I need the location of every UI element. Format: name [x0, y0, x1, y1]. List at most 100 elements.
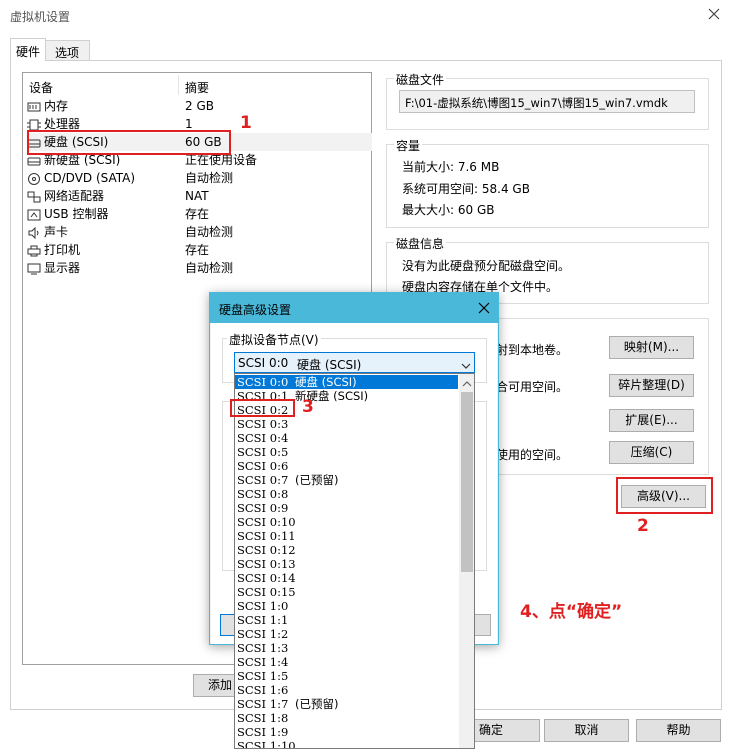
node-option-id: SCSI 1:7 [237, 697, 289, 711]
node-option[interactable]: SCSI 0:9 [235, 501, 458, 515]
node-option[interactable]: SCSI 1:6 [235, 683, 458, 697]
node-option[interactable]: SCSI 0:4 [235, 431, 458, 445]
node-option[interactable]: SCSI 1:3 [235, 641, 458, 655]
scroll-up-icon[interactable] [462, 377, 472, 387]
map-button[interactable]: 映射(M)... [609, 336, 694, 359]
node-option[interactable]: SCSI 1:10 [235, 739, 458, 748]
node-option[interactable]: SCSI 1:9 [235, 725, 458, 739]
node-option-id: SCSI 0:12 [237, 543, 296, 557]
annotation-step1: 1 [240, 113, 252, 133]
memory-icon [27, 100, 41, 112]
node-option-id: SCSI 0:0 [237, 375, 289, 389]
node-option[interactable]: SCSI 0:10 [235, 515, 458, 529]
dialog-close-icon[interactable] [477, 301, 491, 315]
node-option[interactable]: SCSI 0:5 [235, 445, 458, 459]
node-option-id: SCSI 1:2 [237, 627, 289, 641]
node-option[interactable]: SCSI 0:3 [235, 417, 458, 431]
tab-hardware-label: 硬件 [16, 45, 41, 59]
node-option[interactable]: SCSI 1:7 (已预留) [235, 697, 458, 711]
header-device[interactable]: 设备 [29, 79, 53, 96]
map-button-label: 映射(M)... [623, 340, 680, 354]
node-option[interactable]: SCSI 0:12 [235, 543, 458, 557]
dropdown-scrollbar[interactable] [459, 374, 474, 748]
node-option[interactable]: SCSI 0:6 [235, 459, 458, 473]
header-divider [178, 75, 179, 95]
annotation-step2: 2 [637, 516, 649, 536]
harddisk-icon [27, 154, 41, 166]
window-title: 虚拟机设置 [10, 10, 71, 24]
device-name: CD/DVD (SATA) [44, 171, 136, 185]
cdrom-icon [27, 172, 41, 185]
device-row-memory[interactable]: 内存 2 GB [27, 97, 372, 115]
node-option-id: SCSI 1:5 [237, 669, 289, 683]
node-option[interactable]: SCSI 1:1 [235, 613, 458, 627]
node-option-id: SCSI 1:8 [237, 711, 289, 725]
device-row-printer[interactable]: 打印机 存在 [27, 241, 372, 259]
device-summary: 存在 [185, 207, 210, 221]
node-option[interactable]: SCSI 0:15 [235, 585, 458, 599]
expand-button-label: 扩展(E)... [625, 413, 678, 427]
node-dropdown[interactable]: SCSI 0:0 硬盘 (SCSI) SCSI 0:1 新硬盘 (SCSI) SCSI … [234, 373, 475, 749]
node-option[interactable]: SCSI 0:11 [235, 529, 458, 543]
tab-options[interactable]: 选项 [46, 40, 90, 61]
cancel-button[interactable]: 取消 [544, 719, 629, 742]
help-button-label: 帮助 [666, 723, 691, 737]
defrag-button[interactable]: 碎片整理(D) [609, 374, 694, 397]
node-option-id: SCSI 1:1 [237, 613, 289, 627]
device-summary: 自动检测 [185, 225, 234, 239]
node-option[interactable]: SCSI 0:7 (已预留) [235, 473, 458, 487]
disk-file-path-text: F:\01-虚拟系统\博图15_win7\博图15_win7.vmdk [405, 96, 668, 110]
node-option-id: SCSI 0:3 [237, 417, 289, 431]
utility-text-defrag: 合可用空间。 [496, 380, 569, 394]
node-option-desc: 硬盘 (SCSI) [295, 375, 357, 389]
node-select[interactable]: SCSI 0:0 硬盘 (SCSI) [234, 352, 475, 373]
device-summary: 存在 [185, 243, 210, 257]
defrag-button-label: 碎片整理(D) [618, 378, 685, 392]
help-button[interactable]: 帮助 [636, 719, 721, 742]
disk-info-label: 磁盘信息 [394, 235, 447, 252]
node-option-id: SCSI 1:9 [237, 725, 289, 739]
device-name: 内存 [44, 99, 69, 113]
tab-options-label: 选项 [55, 46, 80, 60]
node-option[interactable]: SCSI 0:0 硬盘 (SCSI) [235, 375, 458, 389]
node-option[interactable]: SCSI 1:0 [235, 599, 458, 613]
annotation-box-advanced [616, 477, 713, 514]
disk-info-line1: 没有为此硬盘预分配磁盘空间。 [402, 259, 571, 273]
device-name: 网络适配器 [44, 189, 105, 203]
node-option[interactable]: SCSI 0:8 [235, 487, 458, 501]
device-row-usb[interactable]: USB 控制器 存在 [27, 205, 372, 223]
node-option-id: SCSI 0:15 [237, 585, 296, 599]
header-summary[interactable]: 摘要 [185, 79, 209, 96]
device-summary: 2 GB [185, 99, 214, 113]
monitor-icon [27, 262, 41, 275]
scrollbar-thumb[interactable] [461, 392, 473, 572]
compact-button[interactable]: 压缩(C) [609, 441, 694, 464]
node-option[interactable]: SCSI 1:5 [235, 669, 458, 683]
device-summary: 自动检测 [185, 171, 234, 185]
node-option[interactable]: SCSI 0:14 [235, 571, 458, 585]
dialog-title: 硬盘高级设置 [219, 303, 292, 317]
node-option[interactable]: SCSI 1:2 [235, 627, 458, 641]
node-option-id: SCSI 0:6 [237, 459, 289, 473]
device-row-sound[interactable]: 声卡 自动检测 [27, 223, 372, 241]
ok-button-label: 确定 [479, 723, 504, 737]
node-option-id: SCSI 0:14 [237, 571, 296, 585]
node-option-id: SCSI 0:9 [237, 501, 289, 515]
dialog-title-bar: 硬盘高级设置 [210, 293, 498, 323]
node-option[interactable]: SCSI 1:8 [235, 711, 458, 725]
device-name: 打印机 [44, 243, 81, 257]
node-option-id: SCSI 0:8 [237, 487, 289, 501]
speaker-icon [27, 226, 41, 240]
device-row-cdrom[interactable]: CD/DVD (SATA) 自动检测 [27, 169, 372, 187]
node-select-node: SCSI 0:0 [238, 356, 289, 370]
device-row-network[interactable]: 网络适配器 NAT [27, 187, 372, 205]
tab-hardware[interactable]: 硬件 [10, 38, 46, 61]
node-option[interactable]: SCSI 0:13 [235, 557, 458, 571]
node-option[interactable]: SCSI 1:4 [235, 655, 458, 669]
close-icon[interactable] [706, 6, 722, 22]
printer-icon [27, 244, 41, 257]
expand-button[interactable]: 扩展(E)... [609, 409, 694, 432]
device-row-display[interactable]: 显示器 自动检测 [27, 259, 372, 277]
device-summary: NAT [185, 189, 209, 203]
utility-text-map: 射到本地卷。 [496, 343, 569, 357]
